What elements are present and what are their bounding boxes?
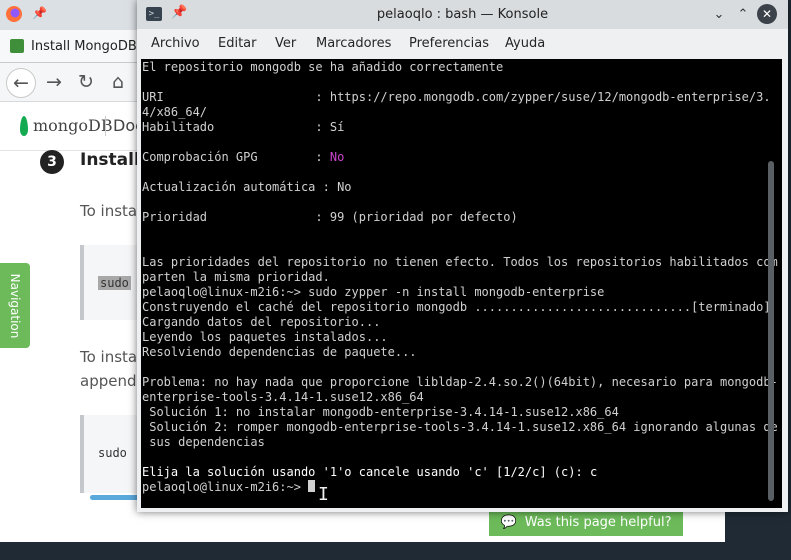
window-title: pelaoqlo : bash — Konsole <box>376 7 549 22</box>
code-text[interactable]: sudo <box>98 276 131 290</box>
chat-icon: 💬 <box>500 514 517 530</box>
terminal-line: Solución 1: no instalar mongodb-enterpri… <box>142 405 619 419</box>
terminal-output[interactable]: El repositorio mongodb se ha añadido cor… <box>141 59 782 508</box>
tab-title: Install MongoDB <box>31 38 137 54</box>
back-arrow-icon[interactable]: ← <box>6 68 36 98</box>
terminal-line: Actualización automática : No <box>142 180 352 194</box>
mongodb-logo[interactable]: mongoDB <box>33 116 113 135</box>
terminal-line: 4/x86_64/ <box>142 105 208 119</box>
prompt-question: Elija la solución usando '1'o cancele us… <box>142 465 590 479</box>
terminal-line: Construyendo el caché del repositorio mo… <box>142 300 771 314</box>
ibeam-cursor-icon: I <box>318 484 329 505</box>
terminal-line: Prioridad : 99 (prioridad por defecto) <box>142 210 518 224</box>
mongodb-leaf-icon <box>20 116 28 136</box>
terminal-line: Leyendo los paquetes instalados... <box>142 330 388 344</box>
terminal-line: sus dependencias <box>142 435 265 449</box>
menu-editar[interactable]: Editar <box>218 36 257 51</box>
feedback-button-label: Was this page helpful? <box>524 514 672 530</box>
konsole-window: >_ 📌 pelaoqlo : bash — Konsole ⌄ ⌃ ✕ Arc… <box>137 0 788 512</box>
terminal-line: Solución 2: romper mongodb-enterprise-to… <box>142 420 778 434</box>
home-icon[interactable]: ⌂ <box>104 68 132 96</box>
tab-install-mongodb[interactable]: Install MongoDB <box>0 30 150 62</box>
scrollbar-thumb[interactable] <box>768 161 774 501</box>
terminal-line: Resolviendo dependencias de paquete... <box>142 345 417 359</box>
forward-arrow-icon[interactable]: → <box>40 68 68 96</box>
gpg-value: No <box>329 150 345 164</box>
chevron-up-icon[interactable]: ⌃ <box>733 4 753 24</box>
step-title: Install <box>80 150 140 170</box>
terminal-line: pelaoqlo@linux-m2i6:~> sudo zypper -n in… <box>142 285 605 299</box>
terminal-line: Cargando datos del repositorio... <box>142 315 381 329</box>
pin-icon[interactable]: 📌 <box>32 6 47 20</box>
chevron-down-icon[interactable]: ⌄ <box>709 4 729 24</box>
menu-archivo[interactable]: Archivo <box>151 36 200 51</box>
text-cursor <box>308 480 316 492</box>
header-divider <box>105 116 106 136</box>
terminal-line: enterprise-tools-3.4.14-1.suse12.x86_64 <box>142 390 424 404</box>
terminal-line: parten la misma prioridad. <box>142 270 330 284</box>
shell-prompt: pelaoqlo@linux-m2i6:~> <box>142 480 309 494</box>
terminal-scrollbar[interactable] <box>768 161 776 501</box>
terminal-line: Problema: no hay nada que proporcione li… <box>142 375 778 389</box>
step-number: 3 <box>40 150 64 174</box>
navigation-tab-label: Navigation <box>8 273 22 338</box>
navigation-tab[interactable]: Navigation <box>0 263 30 348</box>
paragraph-text: To install <box>80 202 146 220</box>
firefox-icon[interactable] <box>5 5 23 23</box>
paragraph-text: To install <box>80 348 146 366</box>
terminal-line: El repositorio mongodb se ha añadido cor… <box>142 60 504 74</box>
close-icon[interactable]: ✕ <box>757 4 777 24</box>
terminal-line: Elija la solución usando '1'o cancele us… <box>142 465 597 479</box>
menu-ayuda[interactable]: Ayuda <box>505 36 545 51</box>
menu-preferencias[interactable]: Preferencias <box>409 36 489 51</box>
code-scrollbar[interactable] <box>90 495 140 500</box>
menu-bar: Archivo Editar Ver Marcadores Preferenci… <box>137 29 788 59</box>
konsole-titlebar[interactable]: >_ 📌 pelaoqlo : bash — Konsole ⌄ ⌃ ✕ <box>137 0 788 29</box>
prompt-answer: c <box>589 465 598 479</box>
menu-marcadores[interactable]: Marcadores <box>316 36 391 51</box>
terminal-line: Las prioridades del repositorio no tiene… <box>142 255 778 269</box>
terminal-line: pelaoqlo@linux-m2i6:~> <box>142 480 316 494</box>
code-text[interactable]: sudo <box>98 446 127 460</box>
terminal-line: Habilitado : Sí <box>142 120 345 134</box>
terminal-line: URI : https://repo.mongodb.com/zypper/su… <box>142 90 771 104</box>
feedback-button[interactable]: 💬 Was this page helpful? <box>489 508 683 536</box>
mongodb-favicon-icon <box>10 39 24 53</box>
gpg-label: Comprobación GPG : <box>142 150 330 164</box>
terminal-line: Comprobación GPG : No <box>142 150 344 164</box>
reload-icon[interactable]: ↻ <box>72 68 100 96</box>
menu-ver[interactable]: Ver <box>275 36 296 51</box>
